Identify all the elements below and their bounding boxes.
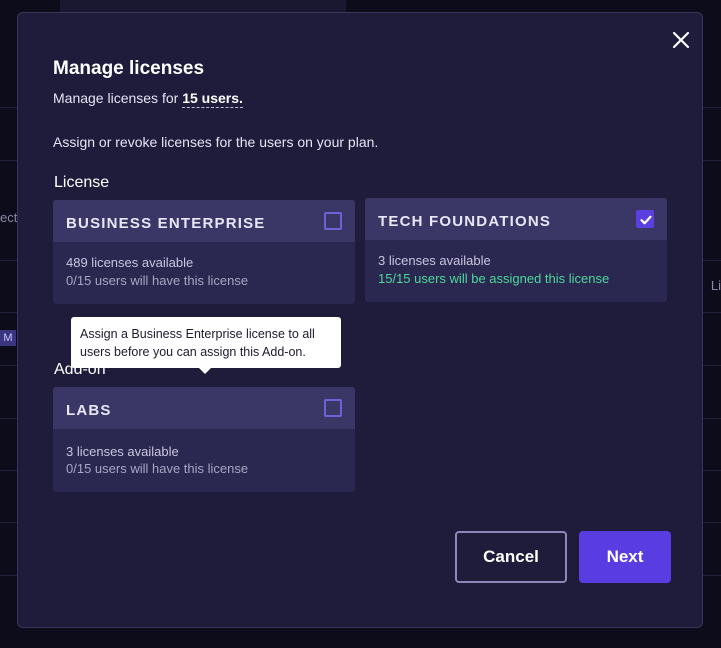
license-assignment-status: 15/15 users will be assigned this licens… (378, 271, 610, 286)
license-availability: 3 licenses available (378, 253, 491, 268)
addon-card-labs[interactable]: LABS 3 licenses available 0/15 users wil… (53, 387, 355, 492)
background-column-text: ect (0, 210, 18, 225)
close-icon (672, 31, 690, 49)
addon-disabled-tooltip: Assign a Business Enterprise license to … (71, 317, 341, 368)
addon-name: LABS (66, 402, 112, 419)
license-name: BUSINESS ENTERPRISE (66, 215, 266, 232)
background-badge: M (0, 330, 16, 346)
background-top-bar (60, 0, 346, 12)
license-card-tech-foundations[interactable]: TECH FOUNDATIONS 3 licenses available 15… (365, 198, 667, 302)
cancel-button[interactable]: Cancel (455, 531, 567, 583)
license-name: TECH FOUNDATIONS (378, 213, 552, 230)
license-card-business-enterprise[interactable]: BUSINESS ENTERPRISE 489 licenses availab… (53, 200, 355, 304)
background-column-header: Li (710, 278, 721, 293)
license-card-header: TECH FOUNDATIONS (365, 198, 667, 240)
modal-description: Assign or revoke licenses for the users … (53, 134, 379, 150)
selected-users-link[interactable]: 15 users. (182, 90, 243, 108)
subtitle-prefix: Manage licenses for (53, 90, 183, 106)
modal-subtitle: Manage licenses for 15 users. (53, 90, 243, 108)
license-assignment-status: 0/15 users will have this license (66, 273, 249, 288)
manage-licenses-modal: Manage licenses Manage licenses for 15 u… (17, 12, 703, 628)
license-checkbox-business-enterprise[interactable] (324, 212, 342, 230)
tooltip-arrow (199, 368, 211, 374)
addon-checkbox-labs[interactable] (324, 399, 342, 417)
license-section-label: License (54, 174, 110, 191)
addon-availability: 3 licenses available (66, 444, 179, 459)
license-card-header: BUSINESS ENTERPRISE (53, 200, 355, 242)
next-button[interactable]: Next (579, 531, 671, 583)
modal-title: Manage licenses (53, 58, 205, 79)
addon-card-header: LABS (53, 387, 355, 429)
license-availability: 489 licenses available (66, 255, 194, 270)
license-checkbox-tech-foundations[interactable] (636, 210, 654, 228)
close-button[interactable] (670, 29, 692, 51)
addon-assignment-status: 0/15 users will have this license (66, 461, 249, 476)
checkmark-icon (640, 215, 652, 225)
